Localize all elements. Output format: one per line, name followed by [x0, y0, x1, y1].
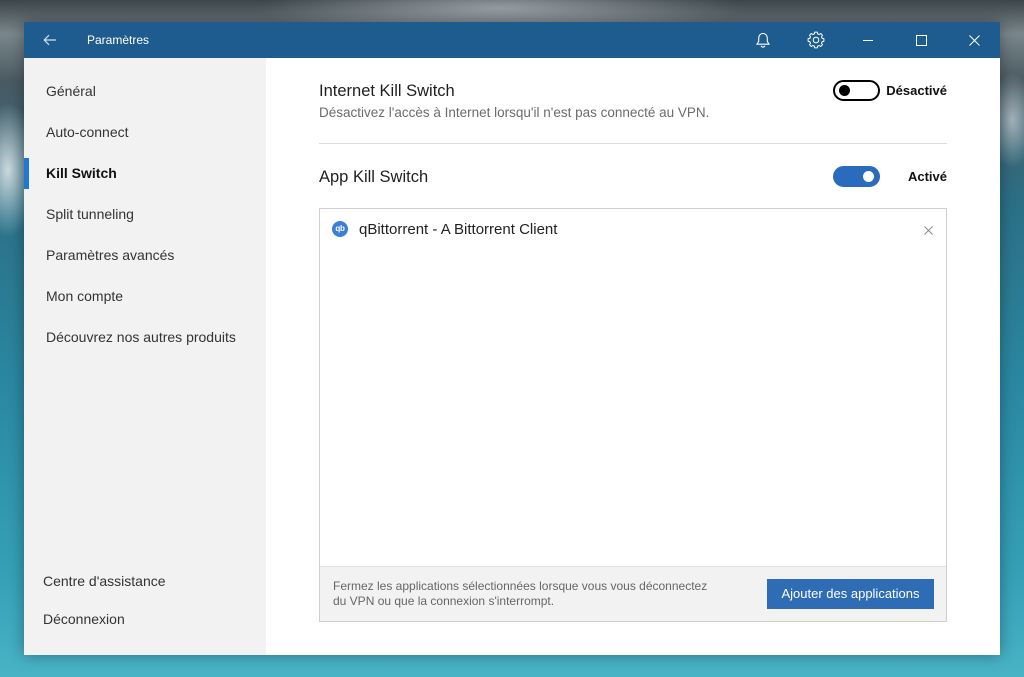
app-kill-switch-toggle[interactable]	[833, 166, 880, 187]
back-arrow-icon	[43, 34, 56, 46]
toggle-knob	[839, 85, 850, 96]
sidebar-item-label: Mon compte	[46, 288, 124, 304]
window-title: Paramètres	[87, 33, 150, 47]
app-list-item[interactable]: qb qBittorrent - A Bittorrent Client	[320, 209, 946, 251]
internet-kill-switch-title: Internet Kill Switch	[319, 82, 455, 100]
sidebar-item-label: Paramètres avancés	[46, 247, 175, 263]
close-icon	[968, 34, 980, 46]
app-list: qb qBittorrent - A Bittorrent Client Fer…	[319, 208, 947, 622]
add-applications-button[interactable]: Ajouter des applications	[767, 579, 934, 609]
settings-button[interactable]	[790, 22, 842, 58]
app-kill-switch-title: App Kill Switch	[319, 168, 429, 186]
internet-kill-switch-description: Désactivez l'accès à Internet lorsqu'il …	[319, 105, 710, 120]
app-name: qBittorrent - A Bittorrent Client	[359, 221, 558, 238]
maximize-button[interactable]	[895, 22, 947, 58]
sidebar-link-logout[interactable]: Déconnexion	[24, 599, 266, 640]
remove-icon	[923, 225, 933, 235]
sidebar-item-general[interactable]: Général	[24, 71, 266, 112]
app-icon-label: qb	[335, 224, 345, 233]
bell-icon	[756, 32, 770, 48]
notifications-button[interactable]	[737, 22, 789, 58]
maximize-icon	[915, 34, 927, 46]
internet-kill-switch-state: Désactivé	[886, 83, 947, 98]
sidebar-item-split-tunneling[interactable]: Split tunneling	[24, 194, 266, 235]
sidebar-item-my-account[interactable]: Mon compte	[24, 276, 266, 317]
toggle-knob	[863, 171, 874, 182]
minimize-icon	[863, 40, 873, 41]
sidebar-item-label: Auto-connect	[46, 124, 129, 140]
title-bar[interactable]: Paramètres	[24, 22, 1000, 58]
kill-switch-panel: Internet Kill Switch Désactivez l'accès …	[266, 58, 1000, 655]
sidebar-item-auto-connect[interactable]: Auto-connect	[24, 112, 266, 153]
desktop-background: Paramètres Général Auto-connect Kill Swi…	[0, 0, 1024, 677]
qbittorrent-icon: qb	[332, 221, 348, 237]
close-window-button[interactable]	[948, 22, 1000, 58]
app-kill-switch-state: Activé	[907, 169, 947, 184]
internet-kill-switch-toggle[interactable]	[833, 80, 880, 101]
sidebar-link-label: Déconnexion	[43, 611, 125, 627]
minimize-button[interactable]	[842, 22, 894, 58]
sidebar-item-label: Split tunneling	[46, 206, 134, 222]
remove-app-button[interactable]	[921, 223, 935, 237]
gear-icon	[807, 31, 825, 49]
back-button[interactable]	[32, 22, 68, 58]
sidebar-item-advanced-settings[interactable]: Paramètres avancés	[24, 235, 266, 276]
sidebar-item-other-products[interactable]: Découvrez nos autres produits	[24, 317, 266, 358]
settings-window: Paramètres Général Auto-connect Kill Swi…	[24, 22, 1000, 655]
sidebar: Général Auto-connect Kill Switch Split t…	[24, 58, 266, 655]
sidebar-link-label: Centre d'assistance	[43, 573, 166, 589]
footer-note-line: du VPN ou que la connexion s'interrompt.	[333, 594, 555, 608]
sidebar-link-help-center[interactable]: Centre d'assistance	[24, 561, 266, 602]
sidebar-item-label: Kill Switch	[46, 165, 117, 181]
app-list-footer: Fermez les applications sélectionnées lo…	[320, 566, 946, 621]
section-divider	[319, 143, 947, 144]
sidebar-item-label: Général	[46, 83, 96, 99]
sidebar-item-label: Découvrez nos autres produits	[46, 329, 236, 345]
sidebar-item-kill-switch[interactable]: Kill Switch	[24, 153, 266, 194]
footer-note-line: Fermez les applications sélectionnées lo…	[333, 579, 708, 593]
